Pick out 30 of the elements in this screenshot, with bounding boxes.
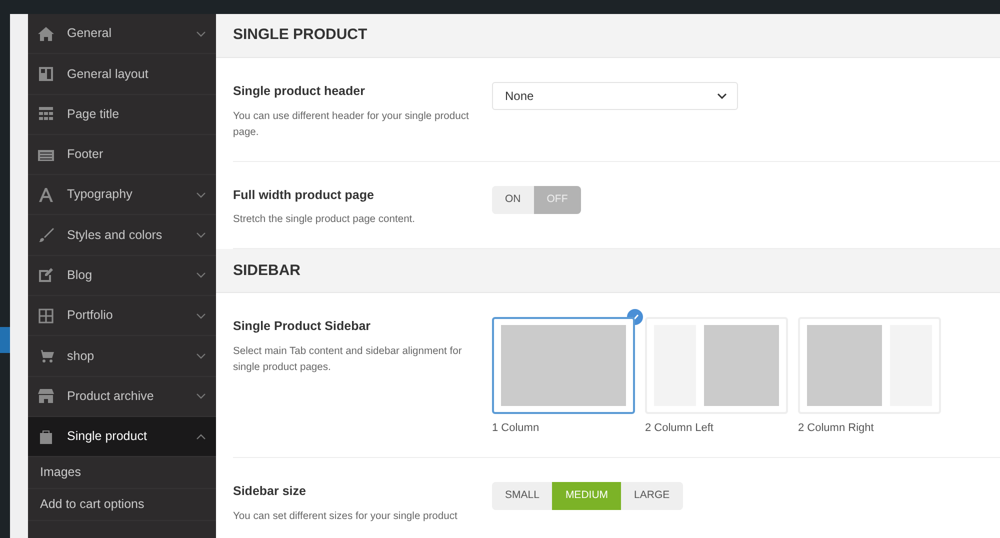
table-icon <box>38 106 54 122</box>
section-title: SINGLE PRODUCT <box>233 25 368 46</box>
option-label: Sidebar size <box>233 482 307 500</box>
option-description: You can use different header for your single product page. <box>233 110 470 140</box>
option-label: Single Product Sidebar <box>233 318 372 336</box>
option-description: Stretch the single product page content. <box>233 213 416 228</box>
option-label: Full width product page <box>233 186 375 204</box>
section-title: SIDEBAR <box>233 260 301 281</box>
option-description: Select main Tab content and sidebar alignment for single product pages. <box>233 345 463 376</box>
house-icon <box>38 26 54 42</box>
layout-option[interactable] <box>492 317 635 414</box>
brush-icon <box>38 227 54 244</box>
sidebar-item[interactable]: Single product <box>28 416 216 458</box>
layout-icon <box>38 66 54 82</box>
bag-icon <box>38 428 54 445</box>
sidebar-item[interactable]: General layout <box>28 54 216 95</box>
option-label: Single product header <box>233 83 366 100</box>
grid-icon <box>38 308 54 324</box>
store-icon <box>38 388 54 404</box>
note-icon <box>38 267 54 284</box>
cart-icon <box>38 348 54 364</box>
layout-caption: 1 Column <box>492 421 540 436</box>
sidebar-item[interactable]: Footer <box>28 134 216 176</box>
option-description: You can set different sizes for your single product <box>233 510 458 524</box>
layout-caption: 2 Column Right <box>798 421 875 436</box>
header-select[interactable]: None <box>492 82 738 110</box>
collapse-tab[interactable] <box>0 327 10 353</box>
layout-caption: 2 Column Left <box>645 421 714 436</box>
chevron-icon <box>717 93 727 99</box>
letter-icon <box>38 186 54 203</box>
